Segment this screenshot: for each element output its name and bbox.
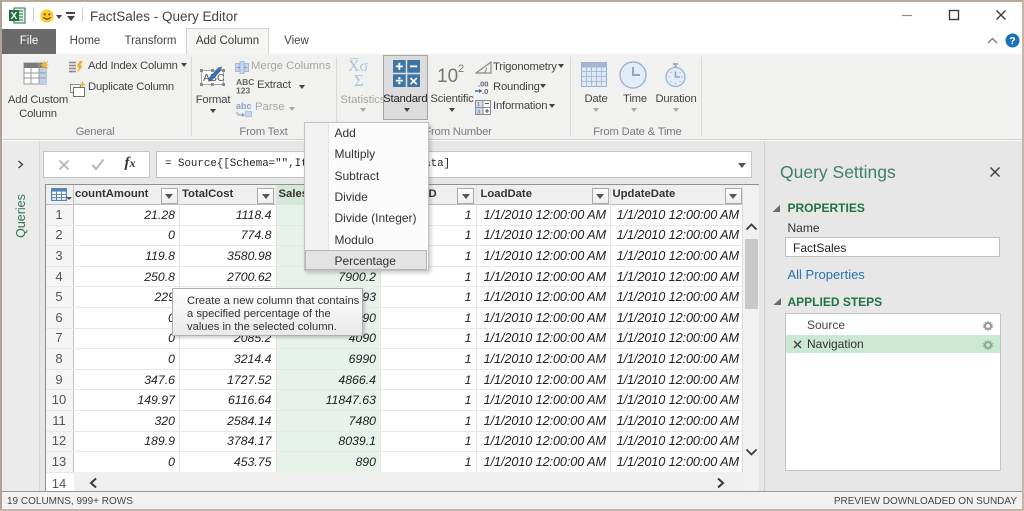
svg-text:123: 123 [236,85,250,94]
svg-text:2: 2 [458,63,464,75]
svg-text:X: X [11,11,18,22]
svg-text:10: 10 [437,66,458,85]
svg-text:Σ: Σ [354,71,364,88]
svg-text:.0: .0 [482,87,488,94]
svg-text:1: 1 [477,102,480,108]
svg-text:abc: abc [236,102,252,111]
svg-text:?: ? [1009,35,1015,47]
svg-text:3: 3 [477,109,480,115]
